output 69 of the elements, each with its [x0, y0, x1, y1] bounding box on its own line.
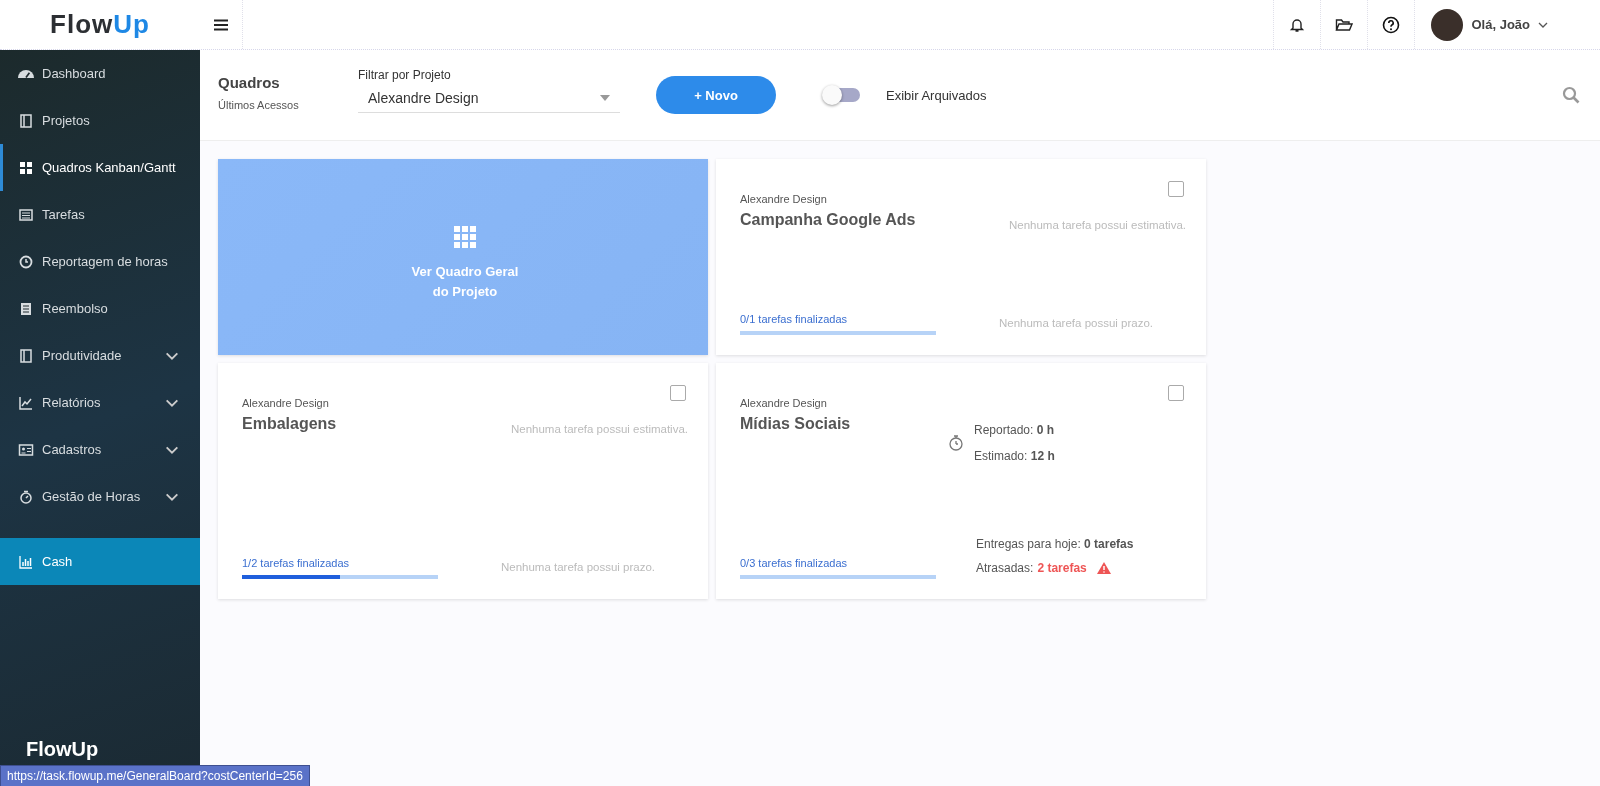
sidebar-item[interactable]: Projetos — [0, 97, 200, 144]
status-bar-url: https://task.flowup.me/GeneralBoard?costCenterId=256 — [0, 765, 310, 786]
board-name: Embalagens — [242, 415, 338, 433]
sidebar-item[interactable]: Cadastros — [0, 426, 200, 473]
progress-text: 0/1 tarefas finalizadas — [740, 313, 848, 325]
late-label: Atrasadas: — [976, 561, 1034, 575]
clock-icon — [18, 253, 34, 270]
sidebar-item[interactable]: Reembolso — [0, 285, 200, 332]
chevron-down-icon[interactable] — [1538, 21, 1548, 28]
reported-hours: Reportado: 0 h — [974, 423, 1055, 437]
checkbox[interactable] — [1168, 385, 1184, 401]
progress-text: 0/3 tarefas finalizadas — [740, 557, 848, 569]
warning-icon — [1096, 562, 1111, 574]
project-dropdown[interactable]: Alexandre Design — [358, 85, 620, 113]
sidebar-item[interactable]: Produtividade — [0, 332, 200, 379]
user-greeting[interactable]: Olá, João — [1471, 17, 1530, 32]
board-card[interactable]: Alexandre Design Embalagens 1/2 tarefas finalizadas Nenhuma tarefa possui estimativa. Nenhuma tarefa possui prazo. — [218, 363, 708, 599]
timer-icon — [18, 488, 34, 505]
board-name: Campanha Google Ads — [740, 211, 917, 229]
user-avatar[interactable] — [1431, 8, 1464, 41]
board-card[interactable]: Alexandre Design Campanha Google Ads 0/1 tarefas finalizadas Nenhuma tarefa possui estimativa. Nenhuma tarefa possui prazo. — [716, 159, 1206, 355]
sidebar-item[interactable]: Tarefas — [0, 191, 200, 238]
board-name: Mídias Sociais — [740, 415, 852, 433]
bars-icon — [18, 553, 34, 570]
dropdown-arrow-icon — [600, 94, 610, 101]
overview-label: do Projeto — [431, 283, 499, 301]
book-icon — [18, 347, 34, 364]
book-icon — [18, 112, 34, 129]
help-icon[interactable] — [1382, 15, 1401, 34]
stopwatch-icon — [948, 434, 964, 452]
board-card[interactable]: Alexandre Design Mídias Sociais 0/3 tarefas finalizadas Reportado: 0 h Estimado: 12 h Entregas para hoje: 0 tarefas Atrasadas: 2 tarefas — [716, 363, 1206, 599]
estimate-note: Nenhuma tarefa possui estimativa. — [1007, 219, 1186, 231]
project-name: Alexandre Design — [740, 193, 828, 205]
search-icon[interactable] — [1562, 86, 1580, 104]
checkbox[interactable] — [670, 385, 686, 401]
bell-icon[interactable] — [1289, 16, 1306, 33]
filter-label: Filtrar por Projeto — [358, 67, 452, 82]
footer-logo: FlowUp — [25, 738, 100, 761]
project-name: Alexandre Design — [740, 397, 828, 409]
deliveries-today: Entregas para hoje: 0 tarefas — [976, 537, 1135, 551]
deadline-note: Nenhuma tarefa possui prazo. — [997, 317, 1155, 329]
project-name: Alexandre Design — [242, 397, 330, 409]
new-button[interactable]: + Novo — [656, 76, 776, 114]
deadline-note: Nenhuma tarefa possui prazo. — [499, 561, 657, 573]
progress-text: 1/2 tarefas finalizadas — [242, 557, 350, 569]
sidebar-item[interactable]: Cash — [0, 538, 200, 585]
sidebar-item[interactable]: Reportagem de horas — [0, 238, 200, 285]
sidebar-item[interactable]: Dashboard — [0, 50, 200, 97]
menu-icon[interactable] — [214, 18, 228, 31]
page-title: Quadros — [218, 73, 281, 91]
checkbox[interactable] — [1168, 181, 1184, 197]
sidebar-item[interactable]: Relatórios — [0, 379, 200, 426]
overview-label: Ver Quadro Geral — [411, 263, 519, 281]
grid-icon — [18, 159, 34, 176]
toggle-label: Exibir Arquivados — [886, 87, 987, 103]
card-icon — [18, 441, 34, 458]
folder-icon[interactable] — [1335, 16, 1354, 33]
page-subtitle: Últimos Acessos — [218, 98, 300, 111]
chart-icon — [18, 394, 34, 411]
gauge-icon — [18, 69, 34, 78]
estimated-hours: Estimado: 12 h — [974, 449, 1055, 463]
late-count: 2 tarefas — [1037, 561, 1087, 575]
grid-icon — [454, 226, 476, 248]
flowup-logo: FlowUp — [49, 8, 151, 41]
list-icon — [18, 206, 34, 223]
estimate-note: Nenhuma tarefa possui estimativa. — [509, 423, 688, 435]
archived-toggle[interactable] — [824, 88, 860, 102]
doc-icon — [18, 300, 34, 317]
sidebar-item[interactable]: Gestão de Horas — [0, 473, 200, 520]
